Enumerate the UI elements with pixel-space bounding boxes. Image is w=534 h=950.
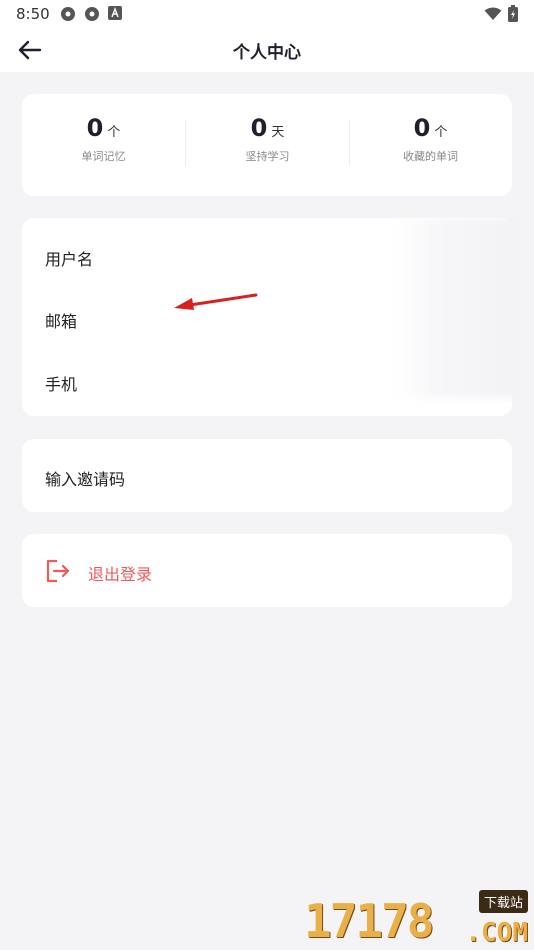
stat-value: 0 [413, 114, 431, 142]
watermark-tag: 下载站 [478, 890, 528, 913]
notification-icons [60, 6, 122, 22]
status-time: 8:50 [16, 5, 50, 23]
stat-words-memorized[interactable]: 0个 单词记忆 [22, 94, 185, 196]
stat-unit: 个 [434, 125, 448, 140]
stat-label: 坚持学习 [245, 150, 290, 163]
invite-code-label: 输入邀请码 [45, 470, 126, 489]
phone-row[interactable]: 手机 [45, 371, 77, 395]
stat-label: 单词记忆 [81, 150, 126, 163]
stat-favorite-words[interactable]: 0个 收藏的单词 [349, 94, 512, 196]
page-title: 个人中心 [233, 43, 301, 63]
stat-unit: 个 [107, 125, 121, 140]
profile-info-card: 用户名 邮箱 手机 [22, 218, 522, 416]
wifi-icon [484, 7, 502, 20]
app-header: 个人中心 [0, 28, 534, 72]
battery-icon [508, 5, 518, 22]
logout-button[interactable]: 退出登录 [22, 534, 512, 607]
invite-code-card[interactable]: 输入邀请码 [22, 439, 512, 512]
status-bar: 8:50 [0, 0, 534, 28]
annotation-arrow-icon [174, 293, 258, 310]
stat-unit: 天 [271, 125, 285, 140]
watermark-digits: 17178 [304, 894, 434, 948]
app-notification-icon [61, 7, 75, 21]
stat-value: 0 [86, 114, 104, 142]
watermark-domain: .COM [465, 918, 528, 948]
stat-study-days[interactable]: 0天 坚持学习 [186, 94, 349, 196]
logout-label: 退出登录 [88, 565, 153, 584]
stats-card: 0个 单词记忆 0天 坚持学习 0个 收藏的单词 [22, 94, 512, 196]
username-row[interactable]: 用户名 [45, 246, 93, 270]
redacted-values [392, 218, 522, 398]
font-notification-icon [108, 6, 122, 20]
system-status-icons [484, 5, 518, 22]
site-watermark: 17178 下载站 .COM [304, 890, 530, 948]
app-notification-icon [85, 7, 99, 21]
email-row[interactable]: 邮箱 [45, 308, 77, 332]
logout-icon [46, 559, 70, 583]
stat-label: 收藏的单词 [403, 150, 458, 163]
stat-value: 0 [250, 114, 268, 142]
